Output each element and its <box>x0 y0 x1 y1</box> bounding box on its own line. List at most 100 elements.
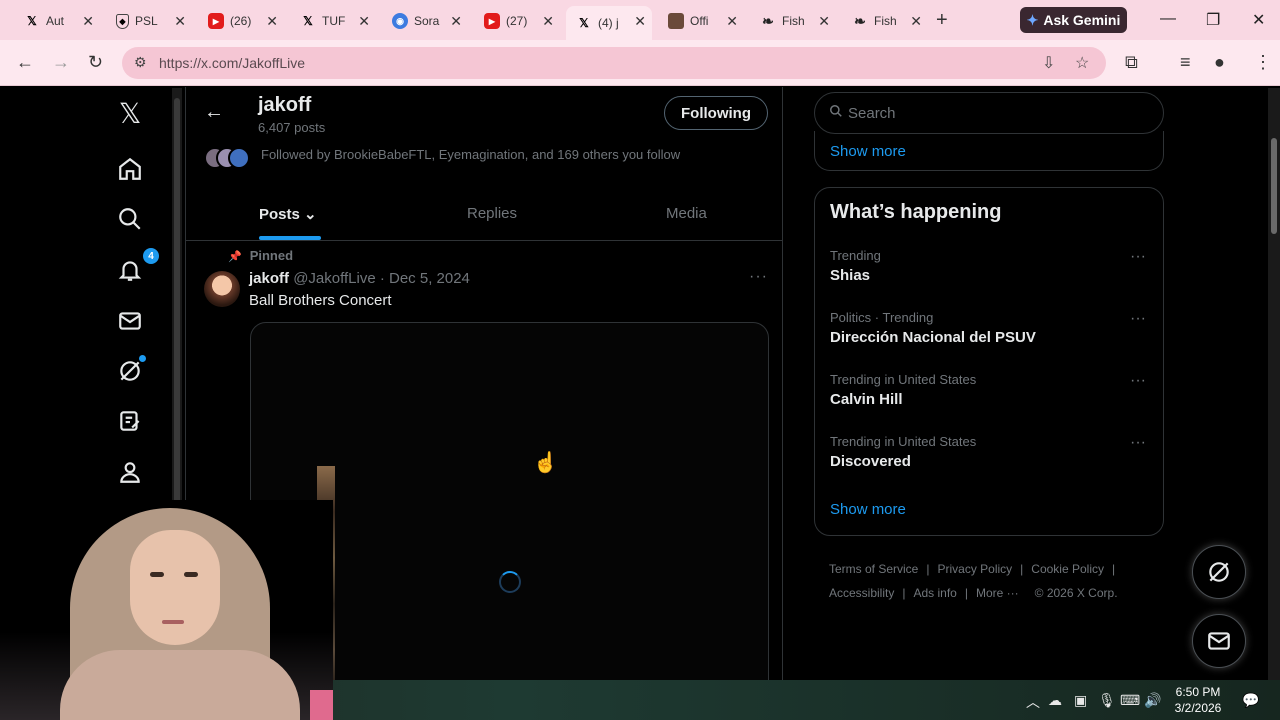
tab-title: PSL <box>135 14 158 28</box>
forward-icon[interactable]: → <box>52 52 70 73</box>
tab-posts[interactable]: Posts ⌄ <box>259 205 317 223</box>
shield-icon: ◆ <box>116 13 129 29</box>
close-tab-icon[interactable]: ✕ <box>450 13 462 30</box>
messages-mail-icon[interactable] <box>116 307 144 335</box>
notifications-bell-icon[interactable]: 4 <box>116 248 159 284</box>
microphone-icon[interactable]: 🎙 <box>1098 692 1116 709</box>
reload-icon[interactable]: ↻ <box>88 52 103 73</box>
webcam-overlay <box>0 500 333 720</box>
bookmark-star-icon[interactable]: ☆ <box>1075 53 1089 73</box>
loading-spinner-icon <box>499 571 521 593</box>
back-arrow-icon[interactable]: ← <box>204 101 224 124</box>
trend-item[interactable]: Trending Shias ··· <box>830 248 1150 298</box>
webcam-eye <box>184 572 198 577</box>
trend-meta: Trending <box>830 248 881 263</box>
tweet-author-name[interactable]: jakoff <box>249 270 289 287</box>
install-app-icon[interactable]: ⇩ <box>1042 53 1055 73</box>
restore-icon[interactable]: ❐ <box>1206 10 1220 30</box>
more-link[interactable]: More ··· <box>976 586 1019 600</box>
cookie-link[interactable]: Cookie Policy <box>1031 562 1104 576</box>
privacy-link[interactable]: Privacy Policy <box>937 562 1012 576</box>
close-tab-icon[interactable]: ✕ <box>634 13 646 30</box>
copyright-text: © 2026 X Corp. <box>1034 586 1118 600</box>
trend-more-icon[interactable]: ··· <box>1130 310 1146 328</box>
trend-item[interactable]: Trending in United States Discovered ··· <box>830 434 1150 484</box>
tab-media[interactable]: Media <box>666 205 707 222</box>
close-tab-icon[interactable]: ✕ <box>266 13 278 30</box>
browser-tab[interactable]: ▶ (27) ✕ <box>474 6 560 36</box>
browser-menu-icon[interactable]: ⋮ <box>1254 52 1272 73</box>
tab-posts-label: Posts <box>259 206 300 223</box>
show-more-trends-link[interactable]: Show more <box>830 501 906 518</box>
grok-fab-icon[interactable] <box>1192 545 1246 599</box>
tweet-more-icon[interactable]: ··· <box>749 268 768 286</box>
ads-info-link[interactable]: Ads info <box>913 586 956 600</box>
tray-chevron-icon[interactable]: ︿ <box>1026 692 1040 712</box>
media-control-icon[interactable]: ≡ <box>1180 52 1191 73</box>
page-scrollbar[interactable] <box>1268 88 1280 680</box>
close-window-icon[interactable]: ✕ <box>1252 10 1265 30</box>
system-clock[interactable]: 6:50 PM 3/2/2026 <box>1168 684 1228 716</box>
previous-module: Show more <box>814 131 1164 171</box>
address-bar[interactable]: ⚙ https://x.com/JakoffLive ⇩ ☆ <box>122 47 1106 79</box>
accessibility-link[interactable]: Accessibility <box>829 586 894 600</box>
x-logo-icon[interactable]: 𝕏 <box>116 98 144 129</box>
extensions-icon[interactable]: ⧉ <box>1125 52 1138 73</box>
browser-tab[interactable]: ❧ Fish ✕ <box>842 6 928 36</box>
followed-by-text[interactable]: Followed by BrookieBabeFTL, Eyemaginatio… <box>261 147 680 162</box>
trend-item[interactable]: Politics · Trending Dirección Nacional d… <box>830 310 1150 360</box>
tab-replies[interactable]: Replies <box>467 205 517 222</box>
new-tab-icon[interactable]: + <box>936 9 948 32</box>
close-tab-icon[interactable]: ✕ <box>358 13 370 30</box>
search-input[interactable]: Search <box>814 92 1164 134</box>
trend-more-icon[interactable]: ··· <box>1130 372 1146 390</box>
explore-search-icon[interactable] <box>116 205 144 233</box>
browser-tab-active[interactable]: 𝕏 (4) j ✕ <box>566 6 652 40</box>
trend-topic: Dirección Nacional del PSUV <box>830 329 1036 346</box>
site-info-icon[interactable]: ⚙ <box>134 54 147 71</box>
close-tab-icon[interactable]: ✕ <box>174 13 186 30</box>
teams-icon[interactable]: ▣ <box>1074 692 1087 709</box>
drafts-compose-icon[interactable] <box>116 407 144 435</box>
home-icon[interactable] <box>116 155 144 183</box>
close-tab-icon[interactable]: ✕ <box>818 13 830 30</box>
close-tab-icon[interactable]: ✕ <box>82 13 94 30</box>
browser-tab[interactable]: ▶ (26) ✕ <box>198 6 284 36</box>
following-button[interactable]: Following <box>664 96 768 130</box>
tweet-author-avatar[interactable] <box>204 271 240 307</box>
profile-avatar-icon[interactable]: ● <box>1214 52 1225 73</box>
browser-tab[interactable]: ❧ Fish ✕ <box>750 6 836 36</box>
browser-tab[interactable]: Offi ✕ <box>658 6 744 36</box>
scrollbar-thumb[interactable] <box>1271 138 1277 234</box>
followers-avatar-stack[interactable] <box>204 147 250 171</box>
pinned-text: Pinned <box>249 248 294 263</box>
tab-title: Aut <box>46 14 65 28</box>
show-more-link[interactable]: Show more <box>830 143 906 160</box>
messages-fab-icon[interactable] <box>1192 614 1246 668</box>
close-tab-icon[interactable]: ✕ <box>910 13 922 30</box>
trend-item[interactable]: Trending in United States Calvin Hill ··… <box>830 372 1150 422</box>
onedrive-icon[interactable]: ☁ <box>1048 692 1062 709</box>
tab-title: TUF <box>322 14 346 28</box>
trend-more-icon[interactable]: ··· <box>1130 434 1146 452</box>
browser-tab[interactable]: ◉ Sora ✕ <box>382 6 468 36</box>
trend-topic: Discovered <box>830 453 911 470</box>
sora-icon: ◉ <box>392 13 408 29</box>
close-tab-icon[interactable]: ✕ <box>542 13 554 30</box>
webcam-person-shirt <box>60 650 300 720</box>
notification-center-icon[interactable]: 💬 <box>1242 692 1259 709</box>
browser-tab[interactable]: ◆ PSL ✕ <box>106 6 192 36</box>
browser-tab[interactable]: 𝕏 Aut ✕ <box>14 6 100 36</box>
profile-person-icon[interactable] <box>116 458 144 486</box>
minimize-icon[interactable]: — <box>1160 10 1176 28</box>
tweet-handle-date[interactable]: @JakoffLive · Dec 5, 2024 <box>293 270 470 287</box>
volume-icon[interactable]: 🔊 <box>1144 692 1161 709</box>
network-icon[interactable]: ⌨ <box>1120 692 1140 709</box>
back-icon[interactable]: ← <box>16 52 34 73</box>
browser-tab[interactable]: 𝕏 TUF ✕ <box>290 6 376 36</box>
trend-more-icon[interactable]: ··· <box>1130 248 1146 266</box>
grok-icon[interactable] <box>116 355 146 385</box>
terms-link[interactable]: Terms of Service <box>829 562 918 576</box>
close-tab-icon[interactable]: ✕ <box>726 13 738 30</box>
ask-gemini-button[interactable]: ✦ Ask Gemini <box>1020 7 1127 33</box>
